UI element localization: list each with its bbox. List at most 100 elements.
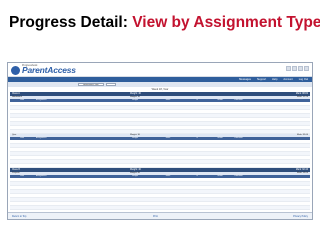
nav-item-support[interactable]: Support xyxy=(257,78,266,81)
table-cell xyxy=(232,140,310,143)
class-section: Class B Weight: 40 Mark: 92.10 Projects Weig… xyxy=(10,168,310,210)
table-cell xyxy=(150,164,186,167)
table-cell xyxy=(186,148,208,151)
table-cell xyxy=(186,182,208,185)
table-cell xyxy=(10,148,34,151)
table-cell xyxy=(10,144,34,147)
table-cell xyxy=(232,148,310,151)
table-cell xyxy=(34,102,120,105)
table-cell xyxy=(150,198,186,201)
view-by-select[interactable]: Assignment Type xyxy=(78,83,104,86)
category-header: Homework Weight: 30 Mark: 91.20 xyxy=(10,96,310,99)
table-cell xyxy=(34,182,120,185)
table-cell xyxy=(208,194,232,197)
table-cell xyxy=(120,202,150,205)
table-cell xyxy=(34,144,120,147)
table-cell xyxy=(120,160,150,163)
table-cell xyxy=(10,206,34,209)
table-cell xyxy=(10,126,34,129)
home-icon[interactable] xyxy=(286,66,291,71)
go-button[interactable] xyxy=(106,83,116,86)
table-cell xyxy=(186,152,208,155)
privacy-link[interactable]: Privacy Policy xyxy=(293,213,308,219)
table-cell xyxy=(186,160,208,163)
table-cell xyxy=(232,102,310,105)
table-cell xyxy=(186,198,208,201)
table-cell xyxy=(208,160,232,163)
brand: Progressbook ParentAccess xyxy=(11,64,76,75)
table-cell xyxy=(208,144,232,147)
table-cell xyxy=(186,206,208,209)
table-cell xyxy=(150,206,186,209)
table-cell xyxy=(186,140,208,143)
table-cell xyxy=(10,130,34,133)
table-cell xyxy=(208,122,232,125)
table-cell xyxy=(120,164,150,167)
nav-item-account[interactable]: Account xyxy=(283,78,292,81)
slide-title: Progress Detail: View by Assignment Type xyxy=(9,14,320,32)
table-cell xyxy=(10,106,34,109)
help-icon[interactable] xyxy=(292,66,297,71)
table-cell xyxy=(34,106,120,109)
category-weight: Weight: 30 xyxy=(130,96,140,98)
table-cell xyxy=(150,156,186,159)
table-cell xyxy=(150,126,186,129)
return-top-link[interactable]: Return to Top xyxy=(12,213,26,219)
category-weight: Weight: 40 xyxy=(130,172,140,174)
table-cell xyxy=(150,148,186,151)
category-weight: Weight: 30 xyxy=(130,134,140,136)
category-mark: Mark: 91.20 xyxy=(297,96,308,98)
table-cell xyxy=(232,160,310,163)
table-cell xyxy=(186,194,208,197)
print-link[interactable]: Print xyxy=(153,213,158,219)
table-cell xyxy=(120,186,150,189)
table-cell xyxy=(150,202,186,205)
table-cell xyxy=(186,122,208,125)
print-icon[interactable] xyxy=(298,66,303,71)
table-cell xyxy=(10,186,34,189)
nav-item-messages[interactable]: Messages xyxy=(239,78,251,81)
table-cell xyxy=(120,126,150,129)
table-cell xyxy=(186,144,208,147)
table-cell xyxy=(120,144,150,147)
nav-item-help[interactable]: Help xyxy=(272,78,277,81)
table-cell xyxy=(208,130,232,133)
table-cell xyxy=(208,190,232,193)
table-cell xyxy=(120,206,150,209)
slide-title-accent: View by Assignment Type xyxy=(132,14,320,31)
filter-row: Assignment Type xyxy=(8,82,312,87)
table-cell xyxy=(10,178,34,181)
table-cell xyxy=(34,160,120,163)
table-cell xyxy=(10,110,34,113)
table-cell xyxy=(186,186,208,189)
table-cell xyxy=(232,118,310,121)
table-cell xyxy=(34,206,120,209)
table-cell xyxy=(208,164,232,167)
table-cell xyxy=(232,152,310,155)
nav-item-log-out[interactable]: Log Out xyxy=(299,78,308,81)
table-cell xyxy=(10,190,34,193)
table-cell xyxy=(186,106,208,109)
table-cell xyxy=(120,178,150,181)
table-cell xyxy=(150,178,186,181)
table-cell xyxy=(150,130,186,133)
category-mark: Mark: 85.60 xyxy=(297,134,308,136)
table-cell xyxy=(120,198,150,201)
table-cell xyxy=(208,152,232,155)
table-cell xyxy=(150,190,186,193)
table-cell xyxy=(232,186,310,189)
table-cell xyxy=(186,178,208,181)
table-cell xyxy=(208,178,232,181)
table-cell xyxy=(10,118,34,121)
table-cell xyxy=(150,122,186,125)
category-name: Quiz xyxy=(12,134,17,136)
table-cell xyxy=(34,194,120,197)
settings-icon[interactable] xyxy=(304,66,309,71)
table-cell xyxy=(120,148,150,151)
table-cell xyxy=(208,102,232,105)
table-cell xyxy=(208,202,232,205)
table-cell xyxy=(10,122,34,125)
table-cell xyxy=(150,186,186,189)
table-cell xyxy=(232,190,310,193)
classes-container: Class A Weight: 40 Mark: 88.82 Homework Weig… xyxy=(8,92,312,210)
